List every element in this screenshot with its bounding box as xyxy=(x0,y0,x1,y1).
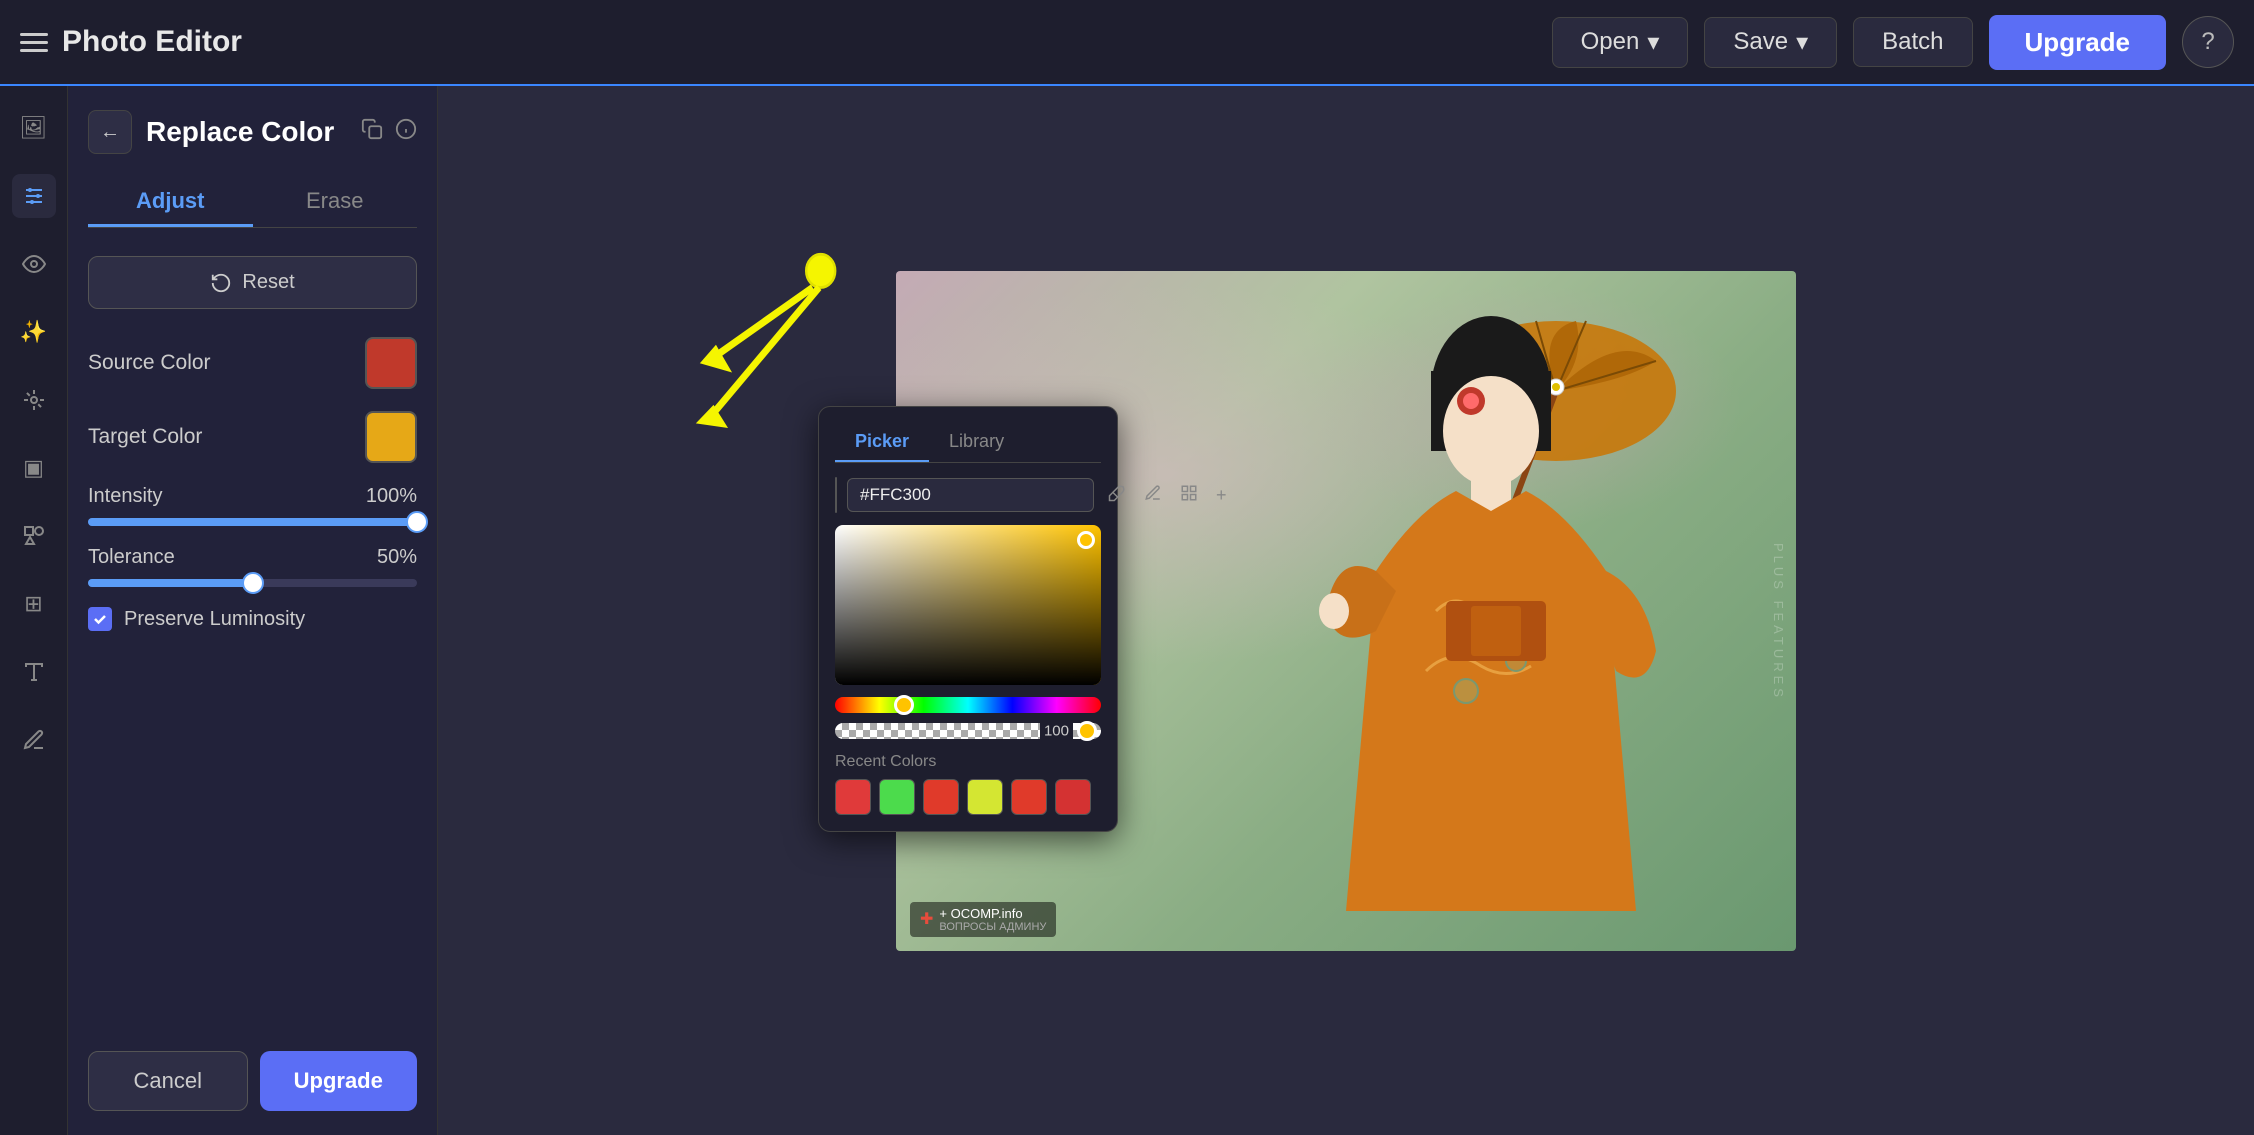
plus-features-text: PLUS FEATURES xyxy=(1771,543,1786,701)
topbar-left: Photo Editor xyxy=(20,25,1536,59)
add-color-icon[interactable]: + xyxy=(1212,481,1231,510)
upgrade-button-top[interactable]: Upgrade xyxy=(1989,15,2166,70)
alpha-thumb[interactable] xyxy=(1077,721,1097,741)
sidebar-icon-eye[interactable] xyxy=(12,242,56,286)
tool-panel: ← Replace Color Adjust xyxy=(68,86,438,1135)
pen-icon[interactable] xyxy=(1140,480,1166,511)
chevron-down-icon: ▾ xyxy=(1647,28,1659,57)
sidebar-icon-brush[interactable] xyxy=(12,378,56,422)
sidebar-icon-texture[interactable]: ⊞ xyxy=(12,582,56,626)
hue-slider[interactable] xyxy=(835,697,1101,713)
tolerance-value: 50% xyxy=(377,546,417,569)
recent-colors-label: Recent Colors xyxy=(835,753,1101,771)
picker-tab-picker[interactable]: Picker xyxy=(835,423,929,462)
topbar-right: Open ▾ Save ▾ Batch Upgrade ? xyxy=(1552,15,2234,70)
reset-button[interactable]: Reset xyxy=(88,256,417,309)
upgrade-panel-button[interactable]: Upgrade xyxy=(260,1051,418,1111)
tolerance-label: Tolerance xyxy=(88,546,175,569)
recent-swatch-5[interactable] xyxy=(1011,779,1047,815)
target-color-label: Target Color xyxy=(88,425,202,449)
cancel-button[interactable]: Cancel xyxy=(88,1051,248,1111)
preserve-luminosity-label: Preserve Luminosity xyxy=(124,608,305,631)
hue-thumb[interactable] xyxy=(894,695,914,715)
ocomp-sub: ВОПРОСЫ АДМИНУ xyxy=(939,921,1046,933)
source-color-row: Source Color xyxy=(88,337,417,389)
gradient-thumb[interactable] xyxy=(1077,531,1095,549)
sidebar-icon-pen[interactable] xyxy=(12,718,56,762)
panel-title: Replace Color xyxy=(146,116,347,148)
intensity-track[interactable] xyxy=(88,518,417,526)
target-color-row: Target Color xyxy=(88,411,417,463)
sidebar-icon-image[interactable]: 🖼 xyxy=(12,106,56,150)
recent-swatch-1[interactable] xyxy=(835,779,871,815)
open-button[interactable]: Open ▾ xyxy=(1552,17,1689,68)
panel-header: ← Replace Color xyxy=(88,110,417,154)
preserve-luminosity-row: Preserve Luminosity xyxy=(88,607,417,631)
info-icon[interactable] xyxy=(395,118,417,146)
picker-hex-row: + xyxy=(835,477,1101,513)
sidebar-icon-text[interactable] xyxy=(12,650,56,694)
ocomp-label: + OCOMP.info xyxy=(939,906,1046,921)
recent-swatch-4[interactable] xyxy=(967,779,1003,815)
recent-swatch-2[interactable] xyxy=(879,779,915,815)
picker-tabs: Picker Library xyxy=(835,423,1101,463)
canvas-area: ✚ + OCOMP.info ВОПРОСЫ АДМИНУ PLUS FEATU… xyxy=(438,86,2254,1135)
chevron-down-icon: ▾ xyxy=(1796,28,1808,57)
picker-tab-library[interactable]: Library xyxy=(929,423,1024,462)
sidebar-icon-shapes[interactable] xyxy=(12,514,56,558)
bottom-buttons: Cancel Upgrade xyxy=(88,1051,417,1111)
recent-colors xyxy=(835,779,1101,815)
sidebar-icon-layers[interactable]: ▣ xyxy=(12,446,56,490)
back-button[interactable]: ← xyxy=(88,110,132,154)
color-gradient[interactable] xyxy=(835,525,1101,685)
panel-header-icons xyxy=(361,118,417,146)
sidebar-icon-adjustments[interactable] xyxy=(12,174,56,218)
picker-hex-input[interactable] xyxy=(847,478,1094,512)
source-color-swatch[interactable] xyxy=(365,337,417,389)
color-picker-popup: Picker Library xyxy=(818,406,1118,832)
sidebar-icon-sparkles[interactable]: ✨ xyxy=(12,310,56,354)
target-color-swatch[interactable] xyxy=(365,411,417,463)
ocomp-badge: ✚ + OCOMP.info ВОПРОСЫ АДМИНУ xyxy=(910,902,1056,937)
intensity-value: 100% xyxy=(366,485,417,508)
back-icon: ← xyxy=(100,121,120,144)
main-layout: 🖼 ✨ ▣ xyxy=(0,86,2254,1135)
tolerance-track[interactable] xyxy=(88,579,417,587)
reset-label: Reset xyxy=(242,271,294,294)
tab-adjust[interactable]: Adjust xyxy=(88,178,253,227)
topbar: Photo Editor Open ▾ Save ▾ Batch Upgrade… xyxy=(0,0,2254,86)
intensity-slider-row: Intensity 100% xyxy=(88,485,417,526)
tab-erase[interactable]: Erase xyxy=(253,178,418,227)
recent-swatch-6[interactable] xyxy=(1055,779,1091,815)
alpha-value: 100 xyxy=(1040,723,1073,740)
menu-icon[interactable] xyxy=(20,33,48,52)
batch-button[interactable]: Batch xyxy=(1853,17,1972,67)
recent-swatch-3[interactable] xyxy=(923,779,959,815)
picker-color-indicator xyxy=(835,477,837,513)
eyedropper-icon[interactable] xyxy=(1104,480,1130,511)
app-title: Photo Editor xyxy=(62,25,242,59)
copy-icon[interactable] xyxy=(361,118,383,146)
source-color-label: Source Color xyxy=(88,351,211,375)
tolerance-slider-row: Tolerance 50% xyxy=(88,546,417,587)
icon-sidebar: 🖼 ✨ ▣ xyxy=(0,86,68,1135)
tabs: Adjust Erase xyxy=(88,178,417,228)
help-button[interactable]: ? xyxy=(2182,16,2234,68)
intensity-label: Intensity xyxy=(88,485,162,508)
preserve-luminosity-checkbox[interactable] xyxy=(88,607,112,631)
grid-icon[interactable] xyxy=(1176,480,1202,511)
save-button[interactable]: Save ▾ xyxy=(1704,17,1837,68)
